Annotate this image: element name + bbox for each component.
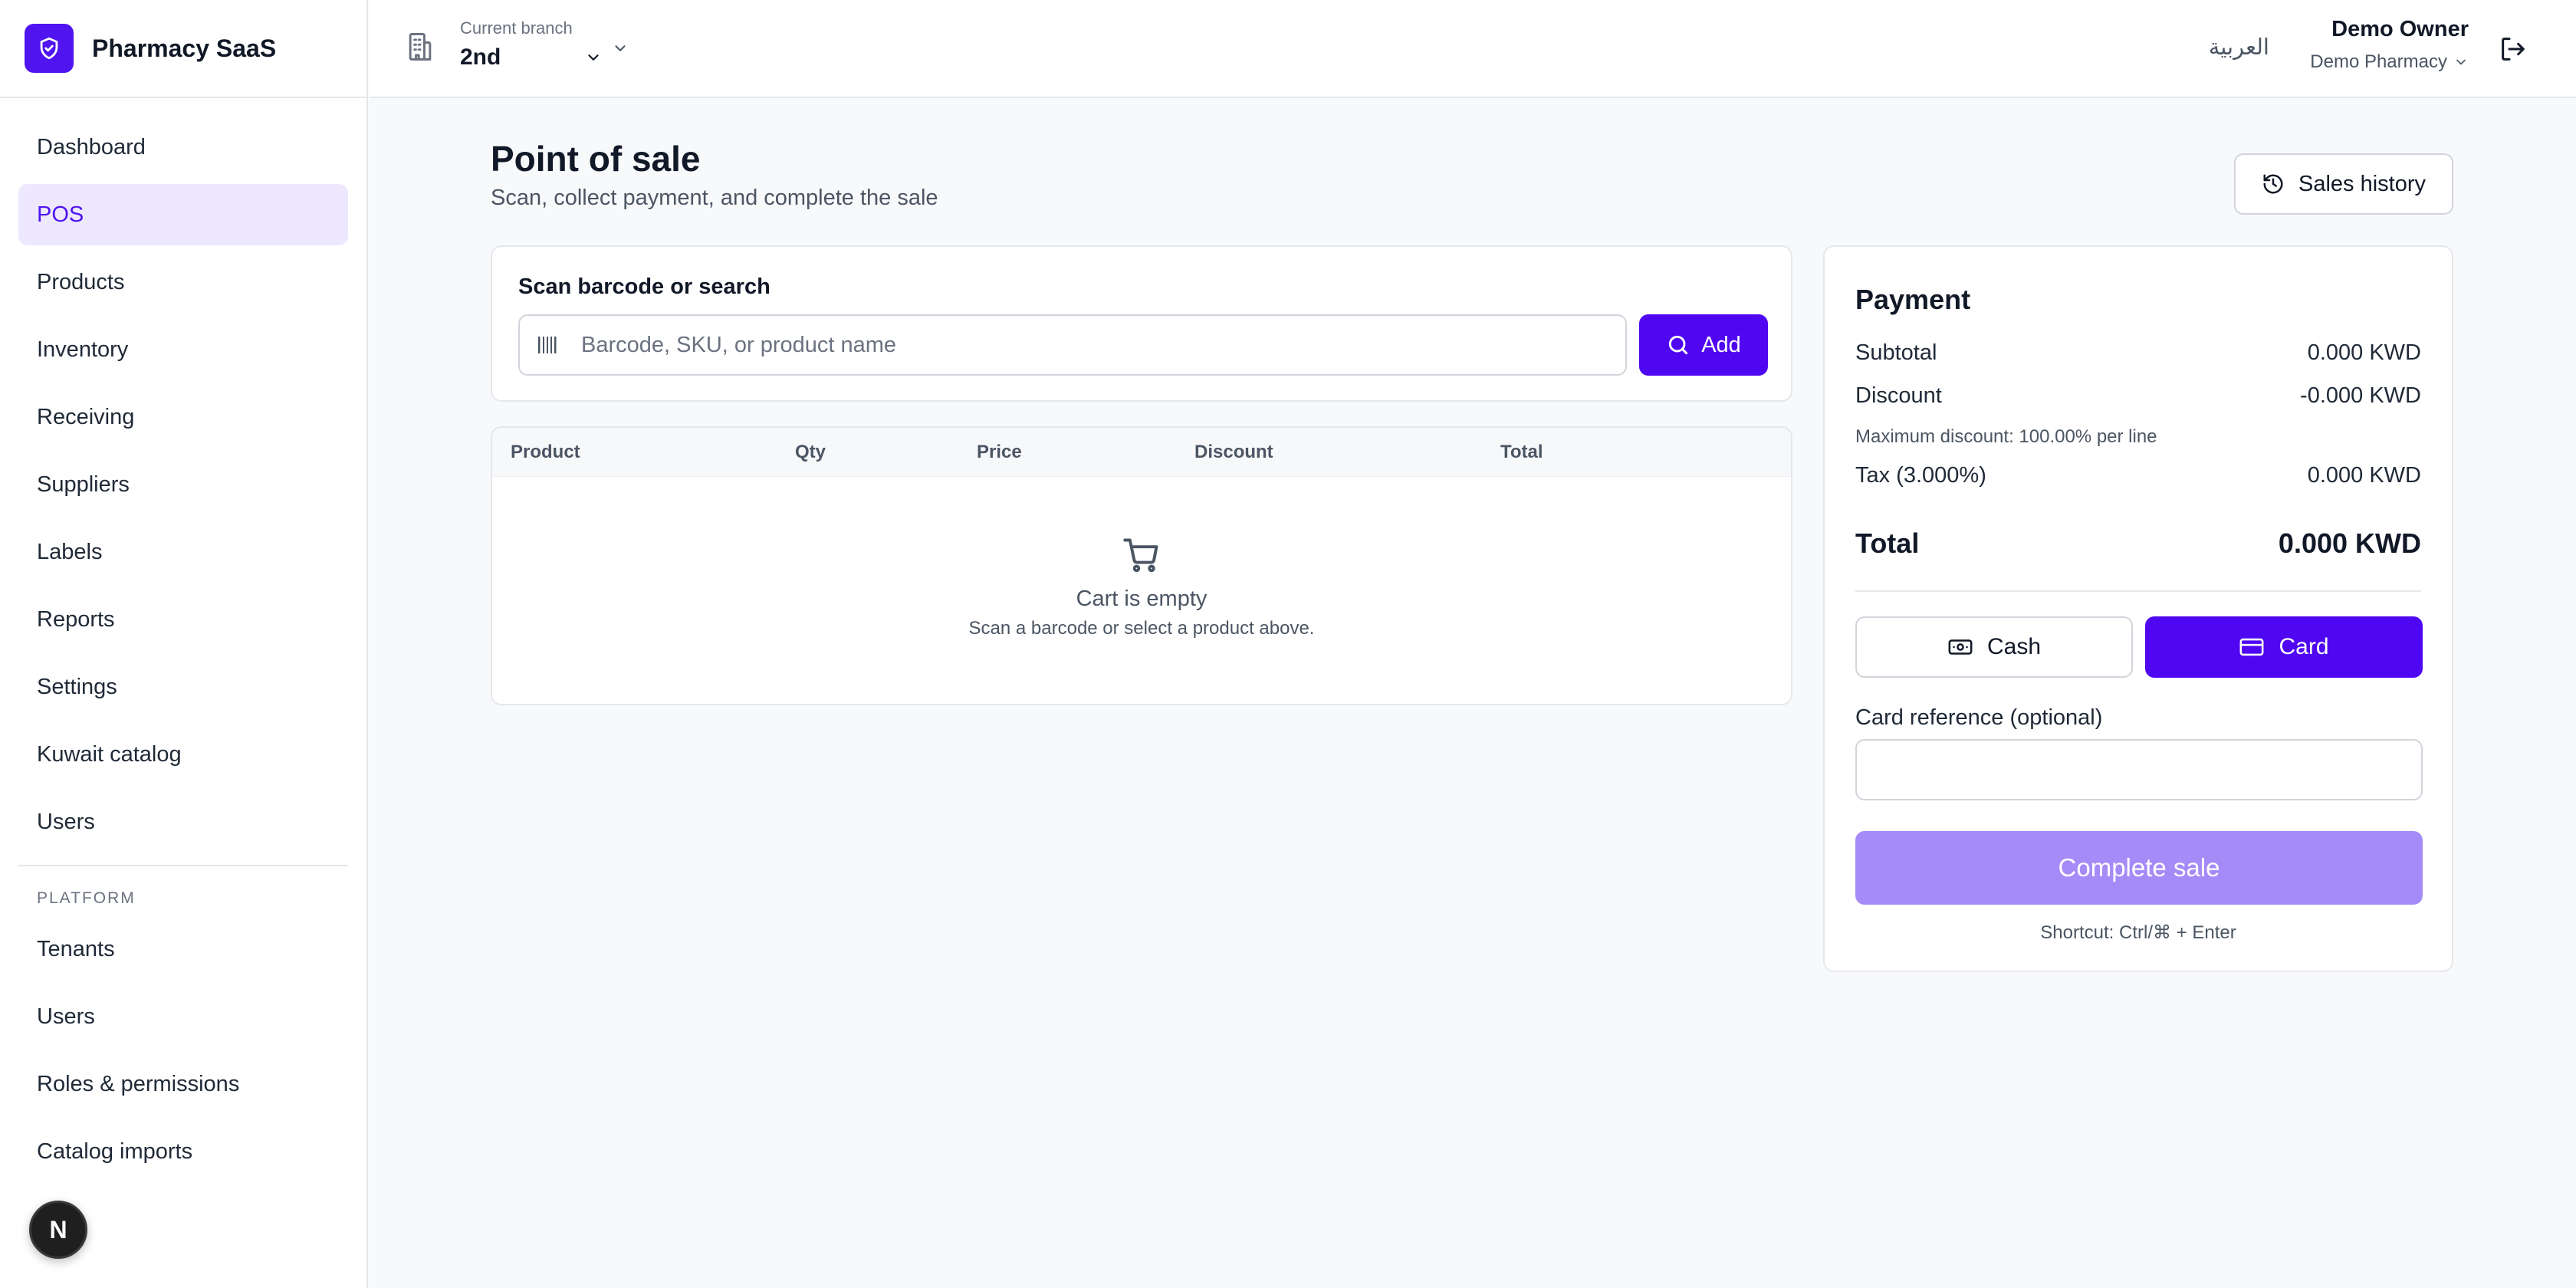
topbar: Current branch 2nd العربية Demo Owner De… — [370, 0, 2576, 98]
sidebar-item-kuwait-catalog[interactable]: Kuwait catalog — [18, 724, 348, 785]
cart-table-header: Product Qty Price Discount Total — [492, 428, 1791, 477]
nav-section-platform: PLATFORM — [37, 889, 136, 907]
card-reference-input[interactable] — [1855, 739, 2423, 800]
col-discount: Discount — [1194, 441, 1273, 462]
user-menu[interactable]: Demo Owner Demo Pharmacy — [2310, 17, 2469, 73]
cart-icon — [1123, 538, 1158, 573]
max-discount-note: Maximum discount: 100.00% per line — [1855, 426, 2157, 447]
building-icon — [409, 33, 432, 61]
chevron-down-icon — [2456, 59, 2466, 65]
nav-divider — [18, 865, 348, 866]
branch-value: 2nd — [460, 44, 501, 70]
complete-sale-button[interactable]: Complete sale — [1855, 831, 2423, 905]
col-qty: Qty — [795, 441, 826, 462]
cart-table: Product Qty Price Discount Total Cart is… — [491, 426, 1792, 705]
sidebar-item-users[interactable]: Users — [18, 791, 348, 853]
shield-icon — [25, 24, 74, 73]
sidebar-item-suppliers[interactable]: Suppliers — [18, 454, 348, 515]
col-product: Product — [511, 441, 580, 462]
page-title: Point of sale — [491, 139, 701, 179]
cart-empty-title: Cart is empty — [1076, 586, 1208, 611]
total-value: 0.000 KWD — [2278, 527, 2421, 559]
subtotal-value: 0.000 KWD — [2307, 340, 2421, 365]
subtotal-row: Subtotal 0.000 KWD — [1855, 340, 2421, 366]
branch-label: Current branch — [460, 18, 573, 38]
brand[interactable]: Pharmacy SaaS — [0, 0, 366, 98]
scan-label: Scan barcode or search — [518, 274, 770, 299]
sidebar-item-reports[interactable]: Reports — [18, 589, 348, 650]
card-reference-label: Card reference (optional) — [1855, 705, 2103, 730]
sidebar-item-products[interactable]: Products — [18, 251, 348, 313]
subtotal-label: Subtotal — [1855, 340, 1937, 365]
user-org[interactable]: Demo Pharmacy — [2310, 51, 2469, 73]
language-switch[interactable]: العربية — [2209, 34, 2269, 61]
col-total: Total — [1500, 441, 1543, 462]
sales-history-label: Sales history — [2298, 171, 2426, 196]
credit-card-icon — [2240, 638, 2264, 656]
tax-row: Tax (3.000%) 0.000 KWD — [1855, 463, 2421, 488]
tax-value: 0.000 KWD — [2307, 463, 2421, 488]
branch-selector[interactable]: Current branch 2nd — [403, 18, 602, 71]
total-label: Total — [1855, 527, 1920, 559]
history-icon — [2263, 174, 2283, 194]
dev-badge[interactable]: N — [29, 1201, 87, 1259]
search-icon — [1669, 335, 1688, 355]
sidebar-item-catalog-imports[interactable]: Catalog imports — [18, 1121, 348, 1182]
tax-label: Tax (3.000%) — [1855, 463, 1986, 488]
user-org-label: Demo Pharmacy — [2310, 51, 2447, 72]
scan-field[interactable] — [518, 314, 1627, 376]
sidebar-item-pos[interactable]: POS — [18, 184, 348, 245]
main-nav: Dashboard POS Products Inventory Receivi… — [0, 98, 366, 1182]
logout-icon[interactable] — [2498, 34, 2528, 64]
shortcut-hint: Shortcut: Ctrl/⌘ + Enter — [2040, 922, 2236, 943]
col-price: Price — [977, 441, 1022, 462]
payment-panel: Payment Subtotal 0.000 KWD Discount -0.0… — [1823, 245, 2453, 972]
cash-button[interactable]: Cash — [1855, 616, 2133, 678]
app-name: Pharmacy SaaS — [92, 34, 277, 62]
sidebar-item-roles-permissions[interactable]: Roles & permissions — [18, 1053, 348, 1115]
sidebar-item-platform-users[interactable]: Users — [18, 986, 348, 1047]
branch-select[interactable]: 2nd — [460, 44, 602, 71]
sidebar-item-receiving[interactable]: Receiving — [18, 386, 348, 448]
card-label: Card — [2279, 634, 2329, 659]
add-button[interactable]: Add — [1639, 314, 1768, 376]
sidebar-item-inventory[interactable]: Inventory — [18, 319, 348, 380]
cash-icon — [1948, 639, 1973, 655]
discount-value: -0.000 KWD — [2300, 383, 2421, 408]
barcode-icon — [538, 337, 557, 353]
cash-label: Cash — [1986, 634, 2042, 659]
chevron-down-icon[interactable] — [612, 40, 629, 57]
sidebar-item-labels[interactable]: Labels — [18, 521, 348, 583]
sidebar-item-dashboard[interactable]: Dashboard — [18, 117, 348, 178]
sidebar-item-settings[interactable]: Settings — [18, 656, 348, 718]
card-button[interactable]: Card — [2145, 616, 2423, 678]
sales-history-button[interactable]: Sales history — [2234, 153, 2453, 215]
user-name: Demo Owner — [2331, 17, 2469, 41]
cart-empty-state: Cart is empty Scan a barcode or select a… — [492, 535, 1791, 639]
chevron-down-icon — [588, 54, 599, 61]
page-subtitle: Scan, collect payment, and complete the … — [491, 186, 938, 210]
add-button-label: Add — [1701, 332, 1741, 357]
scan-card: Scan barcode or search Add — [491, 245, 1792, 402]
sidebar-item-tenants[interactable]: Tenants — [18, 918, 348, 980]
discount-label: Discount — [1855, 383, 1942, 408]
discount-row: Discount -0.000 KWD — [1855, 383, 2421, 409]
sidebar: Pharmacy SaaS Dashboard POS Products Inv… — [0, 0, 368, 1288]
total-row: Total 0.000 KWD — [1855, 527, 2421, 560]
payment-title: Payment — [1855, 284, 1971, 315]
cart-empty-subtitle: Scan a barcode or select a product above… — [968, 618, 1315, 639]
payment-divider — [1855, 590, 2421, 592]
scan-input[interactable] — [581, 332, 1578, 358]
